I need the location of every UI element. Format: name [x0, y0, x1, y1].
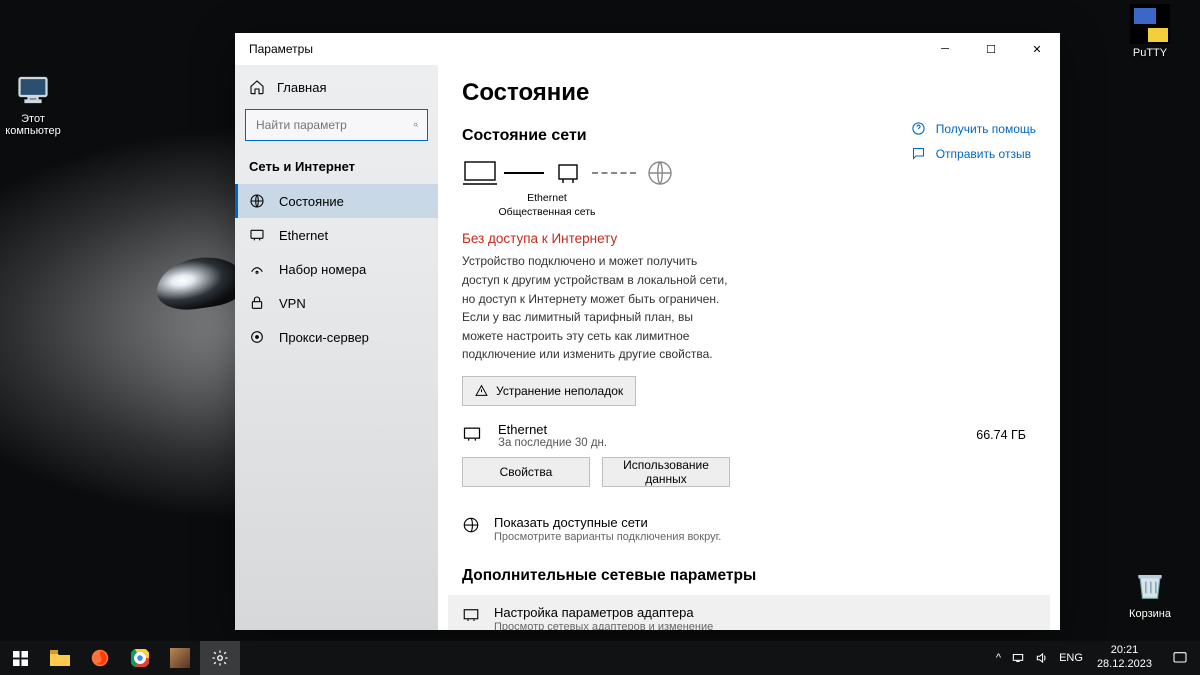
desktop-icon-label: Этот компьютер: [0, 113, 68, 137]
content-area: Получить помощь Отправить отзыв Состояни…: [438, 65, 1060, 630]
status-error-description: Устройство подключено и может получить д…: [462, 252, 732, 364]
notifications-button[interactable]: [1160, 641, 1200, 675]
window-title: Параметры: [249, 42, 313, 56]
troubleshoot-button[interactable]: Устранение неполадок: [462, 376, 636, 406]
available-networks-link[interactable]: Показать доступные сети Просмотрите вари…: [462, 507, 1036, 553]
usage-period: За последние 30 дн.: [498, 437, 960, 449]
button-label: Использование данных: [615, 458, 717, 486]
language-indicator[interactable]: ENG: [1059, 652, 1083, 664]
link-title: Показать доступные сети: [494, 515, 721, 530]
sidebar-item-dialup[interactable]: Набор номера: [235, 252, 438, 286]
sidebar-item-status[interactable]: Состояние: [235, 184, 438, 218]
status-error-title: Без доступа к Интернету: [462, 231, 1036, 246]
window-minimize-button[interactable]: ─: [922, 33, 968, 65]
search-icon: [413, 118, 419, 132]
desktop-icon-putty[interactable]: PuTTY: [1115, 4, 1185, 59]
taskbar-explorer[interactable]: [40, 641, 80, 675]
sidebar-item-label: Набор номера: [279, 262, 366, 277]
link-title: Настройка параметров адаптера: [494, 605, 744, 620]
data-usage-button[interactable]: Использование данных: [602, 457, 730, 487]
usage-name: Ethernet: [498, 422, 960, 437]
diagram-label: EthernetОбщественная сеть: [462, 191, 632, 219]
warning-icon: [475, 384, 488, 397]
section-heading-advanced: Дополнительные сетевые параметры: [462, 567, 1036, 585]
help-link-label: Получить помощь: [936, 122, 1036, 136]
ethernet-icon: [462, 606, 480, 624]
sidebar-item-label: Ethernet: [279, 228, 328, 243]
usage-row: Ethernet За последние 30 дн. 66.74 ГБ: [462, 422, 1036, 449]
sidebar-item-label: VPN: [279, 296, 306, 311]
button-label: Устранение неполадок: [496, 384, 623, 398]
nav-home-label: Главная: [277, 80, 326, 95]
taskbar-chrome[interactable]: [120, 641, 160, 675]
help-link-feedback[interactable]: Отправить отзыв: [911, 146, 1036, 161]
nav-home[interactable]: Главная: [235, 71, 438, 103]
system-tray[interactable]: ^ ENG: [990, 651, 1089, 665]
taskbar-clock[interactable]: 20:21 28.12.2023: [1089, 644, 1160, 672]
desktop-icon-label: Корзина: [1115, 608, 1185, 620]
status-icon: [249, 193, 265, 209]
network-tray-icon[interactable]: [1011, 651, 1025, 665]
proxy-icon: [249, 329, 265, 345]
device-icon: [462, 159, 498, 187]
globe-icon: [462, 516, 480, 534]
dialup-icon: [249, 261, 265, 277]
help-link-get-help[interactable]: Получить помощь: [911, 121, 1036, 136]
globe-icon: [642, 159, 678, 187]
taskbar-settings[interactable]: [200, 641, 240, 675]
usage-amount: 66.74 ГБ: [976, 428, 1026, 442]
page-title: Состояние: [462, 79, 1036, 107]
taskbar: ^ ENG 20:21 28.12.2023: [0, 641, 1200, 675]
properties-button[interactable]: Свойства: [462, 457, 590, 487]
sidebar-item-label: Прокси-сервер: [279, 330, 369, 345]
search-input[interactable]: [254, 117, 413, 133]
clock-date: 28.12.2023: [1097, 658, 1152, 672]
adapter-settings-link[interactable]: Настройка параметров адаптера Просмотр с…: [448, 595, 1050, 630]
sidebar-item-ethernet[interactable]: Ethernet: [235, 218, 438, 252]
settings-window: Параметры ─ ☐ ✕ Главная Сеть и Интернет …: [235, 33, 1060, 630]
home-icon: [249, 79, 265, 95]
button-label: Свойства: [500, 465, 553, 479]
sidebar-item-proxy[interactable]: Прокси-сервер: [235, 320, 438, 354]
ethernet-icon: [249, 227, 265, 243]
sidebar-item-label: Состояние: [279, 194, 344, 209]
ethernet-icon: [462, 424, 482, 444]
titlebar: Параметры ─ ☐ ✕: [235, 33, 1060, 65]
desktop-icon-label: PuTTY: [1115, 47, 1185, 59]
start-button[interactable]: [0, 641, 40, 675]
desktop-icon-recycle-bin[interactable]: Корзина: [1115, 565, 1185, 620]
sidebar: Главная Сеть и Интернет Состояние Ethern…: [235, 65, 438, 630]
window-close-button[interactable]: ✕: [1014, 33, 1060, 65]
sidebar-category: Сеть и Интернет: [235, 153, 438, 184]
feedback-icon: [911, 146, 926, 161]
link-subtitle: Просмотрите варианты подключения вокруг.: [494, 530, 721, 545]
tray-overflow-icon[interactable]: ^: [996, 652, 1001, 664]
search-box[interactable]: [245, 109, 428, 141]
taskbar-firefox[interactable]: [80, 641, 120, 675]
taskbar-app[interactable]: [160, 641, 200, 675]
link-subtitle: Просмотр сетевых адаптеров и изменение п…: [494, 620, 744, 630]
volume-icon[interactable]: [1035, 651, 1049, 665]
window-maximize-button[interactable]: ☐: [968, 33, 1014, 65]
desktop-icon-this-pc[interactable]: Этот компьютер: [0, 70, 68, 137]
ethernet-icon: [550, 159, 586, 187]
help-icon: [911, 121, 926, 136]
sidebar-item-vpn[interactable]: VPN: [235, 286, 438, 320]
clock-time: 20:21: [1097, 644, 1152, 658]
help-link-label: Отправить отзыв: [936, 147, 1031, 161]
vpn-icon: [249, 295, 265, 311]
